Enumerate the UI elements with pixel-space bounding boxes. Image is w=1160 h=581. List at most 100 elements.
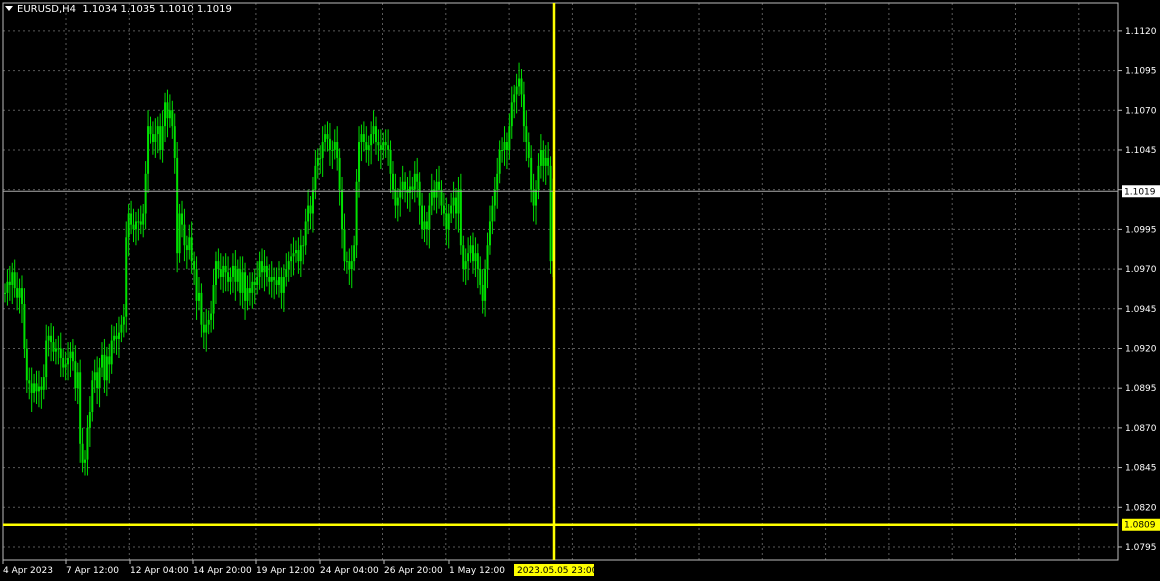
candle-body [45, 340, 48, 378]
candle-body [248, 288, 251, 293]
candle-body [4, 292, 6, 294]
candle-body [8, 281, 11, 285]
candle-body [297, 250, 300, 262]
candle-body [28, 380, 31, 384]
candle-body [52, 342, 55, 352]
candle-body [377, 142, 380, 146]
candle-body [156, 126, 159, 135]
candle-body [428, 205, 431, 230]
candle-body [549, 165, 552, 262]
candle-body [290, 256, 293, 262]
candle-body [50, 335, 53, 343]
candle-body [166, 102, 169, 119]
y-tick-label: 1.1045 [1125, 146, 1157, 156]
candle-body [384, 142, 387, 146]
candle-body [168, 110, 171, 119]
candle-body [40, 386, 43, 390]
candle-body [76, 372, 79, 389]
candle-body [508, 126, 511, 150]
candle-body [261, 261, 264, 273]
candle-body [379, 145, 382, 150]
candle-body [171, 110, 174, 127]
candle-body [447, 213, 450, 230]
candle-body [328, 138, 331, 150]
candle-body [69, 351, 72, 359]
candle-body [542, 149, 545, 166]
candle-body [132, 224, 135, 230]
y-tick-label: 1.0945 [1125, 305, 1157, 315]
candle-body [525, 126, 528, 143]
candle-body [149, 126, 152, 135]
candle-body [42, 377, 45, 390]
candle-body [246, 288, 249, 301]
candle-body [408, 186, 411, 193]
candle-body [200, 292, 203, 325]
candle-body [219, 269, 222, 278]
candle-body [268, 277, 271, 282]
candle-body [362, 134, 365, 143]
candle-body [207, 319, 210, 325]
candle-body [539, 149, 542, 166]
candle-body [217, 261, 220, 270]
candle-body [547, 157, 550, 166]
candle-body [464, 261, 467, 270]
candle-body [520, 78, 523, 95]
candle-body [370, 134, 373, 146]
candle-body [292, 253, 295, 257]
candle-body [103, 354, 106, 381]
candle-body [535, 189, 538, 206]
candle-body [404, 181, 407, 190]
candle-body [345, 261, 348, 263]
candle-body [418, 181, 421, 206]
candle-body [93, 372, 96, 381]
candle-body [137, 221, 140, 223]
candle-body [341, 189, 344, 230]
candle-body [151, 134, 154, 143]
chart-grid [3, 3, 1118, 560]
candle-body [423, 221, 426, 230]
candle-body [282, 277, 285, 293]
candle-body [452, 197, 455, 206]
candle-body [294, 250, 297, 254]
candle-body [302, 245, 305, 247]
candle-body [518, 78, 521, 87]
y-tick-label: 1.0895 [1125, 384, 1157, 394]
candle-body [64, 364, 67, 368]
price-chart[interactable]: 1.11201.10951.10701.10451.10201.09951.09… [0, 0, 1160, 581]
candle-body [331, 149, 334, 151]
candle-body [120, 324, 123, 333]
y-tick-label: 1.0995 [1125, 225, 1157, 235]
candle-body [374, 126, 377, 143]
candle-body [496, 173, 499, 190]
candle-body [59, 348, 62, 359]
candle-body [33, 383, 36, 393]
y-tick-label: 1.1120 [1125, 27, 1157, 37]
candle-body [311, 189, 314, 214]
candle-body [307, 205, 310, 222]
candle-body [416, 173, 419, 182]
candle-body [365, 142, 368, 150]
candle-body [387, 145, 390, 150]
candle-body [411, 186, 414, 190]
candle-body [183, 224, 186, 246]
candle-body [18, 288, 21, 298]
candle-body [134, 221, 137, 230]
candle-body [360, 134, 363, 143]
candle-body [265, 265, 268, 278]
candle-body [285, 269, 288, 278]
candle-body [258, 261, 261, 278]
candle-body [98, 367, 101, 389]
candle-body [212, 284, 215, 314]
candle-body [522, 94, 525, 127]
candle-body [314, 165, 317, 190]
candle-body [316, 157, 319, 166]
candle-body [343, 229, 346, 262]
candle-body [321, 142, 324, 158]
crosshair-time-label: 2023.05.05 23:00 [517, 566, 598, 576]
candle-body [450, 205, 453, 214]
candle-body [338, 157, 341, 190]
x-tick-label: 1 May 12:00 [449, 566, 505, 576]
candle-body [202, 324, 205, 333]
candle-body [501, 149, 504, 151]
candle-body [326, 134, 329, 139]
